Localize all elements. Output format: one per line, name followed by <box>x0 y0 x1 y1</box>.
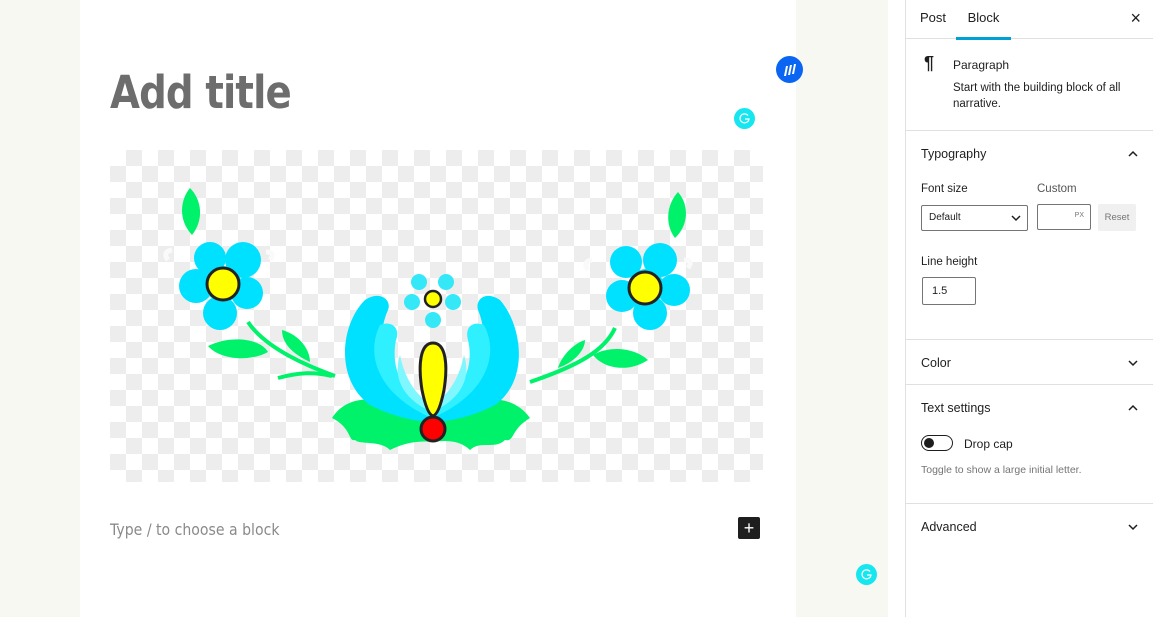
custom-size-label: Custom <box>1037 183 1077 195</box>
font-size-value: Default <box>929 212 961 223</box>
grammarly-badge-bottom[interactable] <box>856 564 877 585</box>
block-description: Start with the building block of all nar… <box>953 82 1121 110</box>
typography-toggle[interactable]: Typography <box>906 131 1153 176</box>
font-size-select[interactable]: Default <box>921 205 1028 231</box>
add-block-button[interactable]: + <box>738 517 760 539</box>
font-size-label: Font size <box>921 183 968 195</box>
left-flower <box>163 188 336 380</box>
custom-font-size-input[interactable]: PX <box>1037 204 1091 230</box>
paragraph-icon: ¶ <box>924 53 935 73</box>
post-title-input[interactable]: Add title <box>110 66 292 119</box>
text-settings-panel: Text settings Drop cap Toggle to show a … <box>906 385 1153 504</box>
line-height-label: Line height <box>921 256 978 268</box>
canvas-margin-left <box>0 0 80 617</box>
grammarly-icon <box>739 113 750 124</box>
drop-cap-toggle[interactable] <box>921 435 953 451</box>
advanced-toggle[interactable]: Advanced <box>906 504 1153 549</box>
tab-block[interactable]: Block <box>956 0 1011 40</box>
image-block[interactable] <box>110 150 763 482</box>
right-flower <box>529 192 693 384</box>
canvas-margin-right <box>796 0 888 617</box>
chevron-up-icon <box>1128 150 1138 157</box>
text-settings-title: Text settings <box>921 401 991 415</box>
left-top-leaf <box>182 188 201 235</box>
grammarly-icon <box>861 569 872 580</box>
block-card: ¶ Paragraph Start with the building bloc… <box>906 39 1153 131</box>
reset-button[interactable]: Reset <box>1098 204 1136 231</box>
chevron-down-icon <box>1128 524 1138 531</box>
sidebar-tabs: Post Block × <box>906 0 1153 40</box>
drop-cap-help: Toggle to show a large initial letter. <box>921 464 1082 476</box>
chevron-down-icon <box>1011 215 1021 222</box>
unit-label: PX <box>1074 212 1084 219</box>
tab-post[interactable]: Post <box>920 0 946 39</box>
drop-cap-label: Drop cap <box>964 437 1013 451</box>
settings-sidebar: Post Block × ¶ Paragraph Start with the … <box>905 0 1153 617</box>
color-panel: Color <box>906 340 1153 385</box>
block-name: Paragraph <box>953 58 1010 72</box>
line-height-input[interactable]: 1.5 <box>922 277 976 305</box>
text-settings-toggle[interactable]: Text settings <box>906 385 1153 430</box>
grammarly-badge[interactable] <box>734 108 755 129</box>
close-sidebar-button[interactable]: × <box>1130 8 1141 28</box>
advanced-panel: Advanced <box>906 504 1153 550</box>
chevron-down-icon <box>1128 360 1138 367</box>
writing-assistant-badge[interactable] <box>776 56 803 83</box>
center-tulip <box>332 274 530 450</box>
chevron-up-icon <box>1128 404 1138 411</box>
color-toggle[interactable]: Color <box>906 340 1153 385</box>
assistant-logo-icon <box>783 63 796 76</box>
paragraph-placeholder[interactable]: Type / to choose a block <box>110 520 279 539</box>
color-title: Color <box>921 356 951 370</box>
floral-illustration <box>163 188 693 450</box>
typography-panel: Typography Font size Custom Default PX R… <box>906 131 1153 340</box>
advanced-title: Advanced <box>921 520 977 534</box>
typography-title: Typography <box>921 147 987 161</box>
